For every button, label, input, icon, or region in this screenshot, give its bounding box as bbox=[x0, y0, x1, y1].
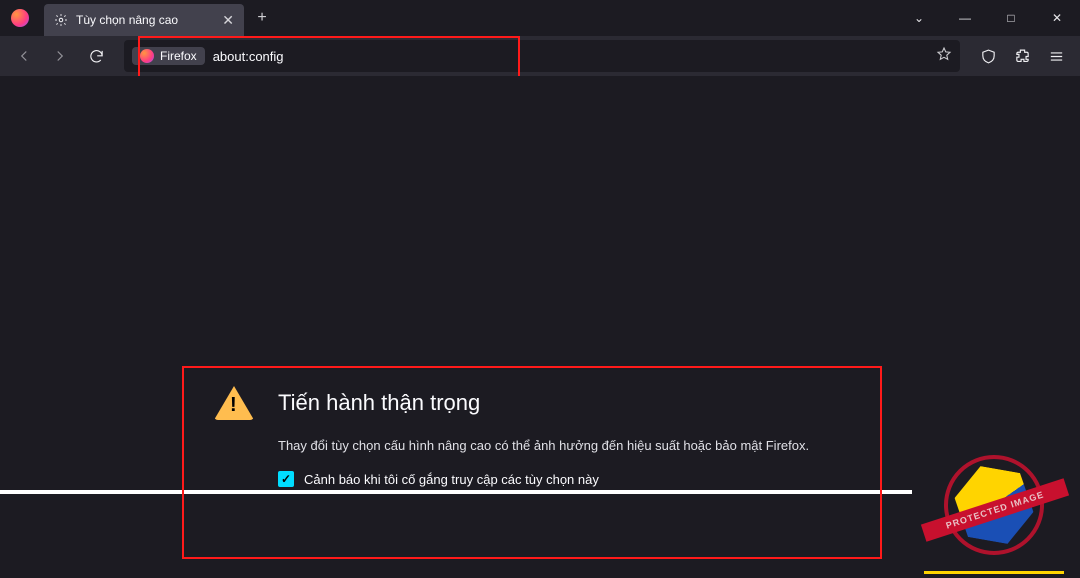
minimize-button[interactable]: — bbox=[942, 0, 988, 36]
warning-triangle-icon bbox=[214, 386, 254, 420]
url-text: about:config bbox=[213, 49, 284, 64]
tab-close-icon[interactable]: ✕ bbox=[222, 12, 234, 29]
warning-header: Tiến hành thận trọng bbox=[214, 386, 850, 420]
app-menu-icon[interactable] bbox=[1040, 40, 1072, 72]
forward-button[interactable] bbox=[44, 40, 76, 72]
close-window-button[interactable]: ✕ bbox=[1034, 0, 1080, 36]
extensions-icon[interactable] bbox=[1006, 40, 1038, 72]
watermark-underline bbox=[924, 571, 1064, 574]
urlbar[interactable]: Firefox about:config bbox=[124, 40, 960, 72]
warn-checkbox-label: Cảnh báo khi tôi cố gắng truy cập các tù… bbox=[304, 472, 599, 487]
toolbar-right bbox=[972, 40, 1072, 72]
new-tab-button[interactable]: + bbox=[248, 4, 276, 32]
back-button[interactable] bbox=[8, 40, 40, 72]
maximize-button[interactable]: □ bbox=[988, 0, 1034, 36]
reload-button[interactable] bbox=[80, 40, 112, 72]
identity-chip[interactable]: Firefox bbox=[132, 47, 205, 65]
gear-icon bbox=[54, 13, 68, 27]
toolbar: Firefox about:config bbox=[0, 36, 1080, 76]
shield-icon[interactable] bbox=[972, 40, 1004, 72]
identity-chip-label: Firefox bbox=[160, 49, 197, 63]
urlbar-container: Firefox about:config bbox=[124, 40, 960, 72]
titlebar: Tùy chọn nâng cao ✕ + ⌄ — □ ✕ bbox=[0, 0, 1080, 36]
firefox-icon bbox=[140, 49, 154, 63]
tabs-dropdown-button[interactable]: ⌄ bbox=[896, 0, 942, 36]
bookmark-star-icon[interactable] bbox=[936, 46, 952, 67]
content-area: Tiến hành thận trọng Thay đổi tùy chọn c… bbox=[0, 76, 1080, 578]
firefox-app-icon bbox=[0, 9, 40, 27]
warn-checkbox[interactable]: ✓ bbox=[278, 471, 294, 487]
warning-checkbox-row: ✓ Cảnh báo khi tôi cố gắng truy cập các … bbox=[278, 471, 850, 487]
window-controls: ⌄ — □ ✕ bbox=[896, 0, 1080, 36]
watermark-logo: PROTECTED IMAGE bbox=[934, 445, 1054, 565]
watermark: PROTECTED IMAGE bbox=[914, 388, 1074, 578]
tab-title: Tùy chọn nâng cao bbox=[76, 13, 178, 27]
warning-description: Thay đổi tùy chọn cấu hình nâng cao có t… bbox=[278, 438, 850, 453]
config-warning-panel: Tiến hành thận trọng Thay đổi tùy chọn c… bbox=[182, 366, 882, 559]
active-tab[interactable]: Tùy chọn nâng cao ✕ bbox=[44, 4, 244, 36]
warning-title: Tiến hành thận trọng bbox=[278, 390, 480, 416]
